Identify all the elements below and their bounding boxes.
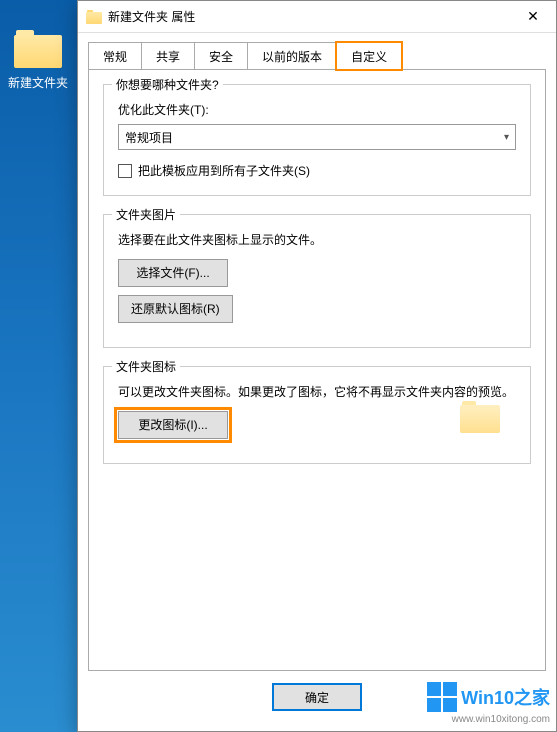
choose-file-button[interactable]: 选择文件(F)...	[118, 259, 228, 287]
tab-previous-versions[interactable]: 以前的版本	[247, 42, 337, 70]
group-folder-icon: 文件夹图标 可以更改文件夹图标。如果更改了图标，它将不再显示文件夹内容的预览。 …	[103, 366, 531, 464]
tab-custom[interactable]: 自定义	[336, 42, 402, 70]
tab-share[interactable]: 共享	[141, 42, 195, 70]
restore-default-button[interactable]: 还原默认图标(R)	[118, 295, 233, 323]
close-icon: ✕	[527, 8, 539, 25]
apply-template-label: 把此模板应用到所有子文件夹(S)	[138, 162, 310, 179]
folder-icon-preview	[460, 401, 500, 433]
tab-bar: 常规 共享 安全 以前的版本 自定义	[78, 33, 556, 69]
group-folder-type: 你想要哪种文件夹? 优化此文件夹(T): 常规项目 ▾ 把此模板应用到所有子文件…	[103, 84, 531, 196]
group-folder-icon-title: 文件夹图标	[112, 358, 180, 375]
optimize-label: 优化此文件夹(T):	[118, 101, 516, 118]
chevron-down-icon: ▾	[504, 132, 509, 143]
folder-icon	[14, 30, 62, 68]
change-icon-button[interactable]: 更改图标(I)...	[118, 411, 228, 439]
optimize-combobox[interactable]: 常规项目 ▾	[118, 124, 516, 150]
optimize-combobox-value: 常规项目	[125, 129, 173, 146]
dialog-title: 新建文件夹 属性	[108, 8, 510, 25]
titlebar: 新建文件夹 属性 ✕	[78, 1, 556, 33]
apply-template-row: 把此模板应用到所有子文件夹(S)	[118, 162, 516, 179]
ok-button[interactable]: 确定	[272, 683, 362, 711]
tab-security[interactable]: 安全	[194, 42, 248, 70]
tab-general[interactable]: 常规	[88, 42, 142, 70]
group-folder-picture: 文件夹图片 选择要在此文件夹图标上显示的文件。 选择文件(F)... 还原默认图…	[103, 214, 531, 348]
properties-dialog: 新建文件夹 属性 ✕ 常规 共享 安全 以前的版本 自定义 你想要哪种文件夹? …	[77, 0, 557, 732]
folder-icon-desc: 可以更改文件夹图标。如果更改了图标，它将不再显示文件夹内容的预览。	[118, 383, 516, 401]
desktop-folder-label: 新建文件夹	[8, 74, 68, 91]
folder-picture-desc: 选择要在此文件夹图标上显示的文件。	[118, 231, 516, 249]
dialog-footer: 确定	[78, 671, 556, 731]
desktop-folder-icon[interactable]: 新建文件夹	[8, 30, 68, 91]
tab-panel-custom: 你想要哪种文件夹? 优化此文件夹(T): 常规项目 ▾ 把此模板应用到所有子文件…	[88, 69, 546, 671]
group-folder-type-title: 你想要哪种文件夹?	[112, 76, 223, 93]
titlebar-folder-icon	[86, 10, 102, 24]
close-button[interactable]: ✕	[510, 1, 556, 33]
apply-template-checkbox[interactable]	[118, 164, 132, 178]
group-folder-picture-title: 文件夹图片	[112, 206, 180, 223]
